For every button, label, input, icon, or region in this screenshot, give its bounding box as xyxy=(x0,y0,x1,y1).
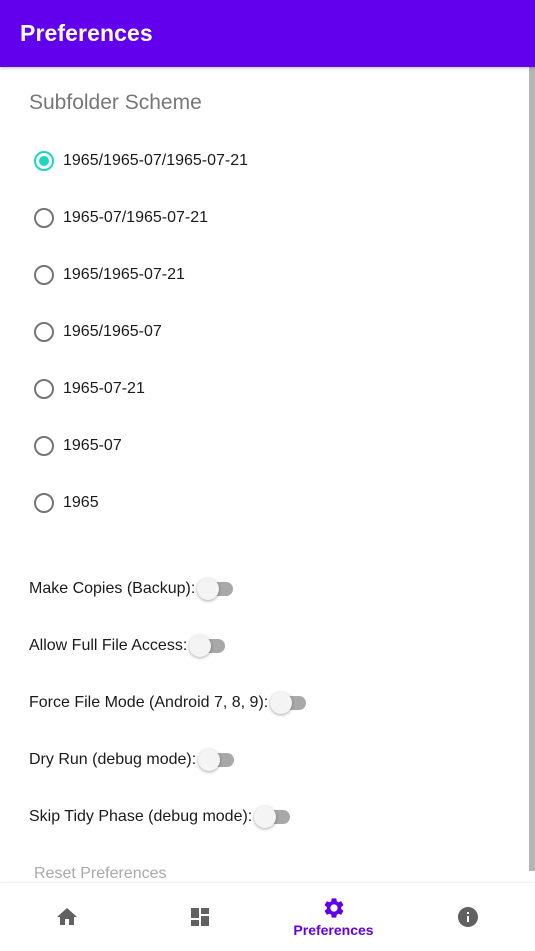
app-bar: Preferences xyxy=(0,0,535,67)
make-copies-label: Make Copies (Backup): xyxy=(29,580,196,597)
radio-label: 1965-07/1965-07-21 xyxy=(63,209,209,226)
radio-option-year-month[interactable]: 1965/1965-07 xyxy=(34,317,162,347)
radio-button[interactable] xyxy=(34,379,54,399)
force-file-mode-row: Force File Mode (Android 7, 8, 9): xyxy=(29,688,308,718)
dry-run-switch[interactable] xyxy=(198,748,236,772)
bottom-navigation: Preferences xyxy=(0,883,535,951)
home-icon xyxy=(56,908,77,925)
skip-tidy-switch[interactable] xyxy=(254,805,292,829)
radio-option-year-day[interactable]: 1965/1965-07-21 xyxy=(34,260,185,290)
radio-button[interactable] xyxy=(34,208,54,228)
radio-option-month[interactable]: 1965-07 xyxy=(34,431,122,461)
nav-home[interactable] xyxy=(0,883,133,951)
subfolder-scheme-title: Subfolder Scheme xyxy=(29,91,202,114)
nav-info[interactable] xyxy=(401,883,534,951)
make-copies-row: Make Copies (Backup): xyxy=(29,574,235,604)
radio-button-checked[interactable] xyxy=(34,151,54,171)
radio-option-month-day[interactable]: 1965-07/1965-07-21 xyxy=(34,203,208,233)
nav-preferences[interactable]: Preferences xyxy=(267,883,400,951)
radio-label: 1965/1965-07-21 xyxy=(63,266,185,283)
radio-option-year-month-day[interactable]: 1965/1965-07/1965-07-21 xyxy=(34,146,248,176)
radio-button[interactable] xyxy=(34,436,54,456)
radio-label: 1965 xyxy=(63,494,99,511)
gear-icon xyxy=(324,898,343,918)
radio-label: 1965-07 xyxy=(63,437,122,454)
radio-option-day[interactable]: 1965-07-21 xyxy=(34,374,145,404)
radio-button[interactable] xyxy=(34,493,54,513)
radio-button[interactable] xyxy=(34,322,54,342)
radio-label: 1965/1965-07 xyxy=(63,323,162,340)
radio-label: 1965/1965-07/1965-07-21 xyxy=(63,152,249,169)
scrollbar[interactable] xyxy=(529,67,535,871)
full-file-access-switch[interactable] xyxy=(189,634,227,658)
switch-thumb[interactable] xyxy=(189,635,212,657)
page-title: Preferences xyxy=(20,20,153,46)
nav-preferences-label: Preferences xyxy=(293,922,374,938)
make-copies-switch[interactable] xyxy=(197,577,235,601)
force-file-mode-label: Force File Mode (Android 7, 8, 9): xyxy=(29,694,269,711)
switch-thumb[interactable] xyxy=(254,806,277,828)
force-file-mode-switch[interactable] xyxy=(270,691,308,715)
reset-preferences-button[interactable]: Reset Preferences xyxy=(34,865,167,883)
switch-thumb[interactable] xyxy=(270,692,293,714)
switch-thumb[interactable] xyxy=(197,578,220,600)
full-file-access-label: Allow Full File Access: xyxy=(29,637,188,654)
dashboard-icon xyxy=(190,908,209,926)
radio-button[interactable] xyxy=(34,265,54,285)
skip-tidy-row: Skip Tidy Phase (debug mode): xyxy=(29,802,292,832)
dry-run-row: Dry Run (debug mode): xyxy=(29,745,236,775)
nav-dashboard[interactable] xyxy=(133,883,266,951)
info-icon xyxy=(457,907,478,927)
dry-run-label: Dry Run (debug mode): xyxy=(29,751,197,768)
radio-option-year[interactable]: 1965 xyxy=(34,488,99,518)
full-file-access-row: Allow Full File Access: xyxy=(29,631,227,661)
switch-thumb[interactable] xyxy=(198,749,221,771)
skip-tidy-label: Skip Tidy Phase (debug mode): xyxy=(29,808,253,825)
radio-label: 1965-07-21 xyxy=(63,380,145,397)
